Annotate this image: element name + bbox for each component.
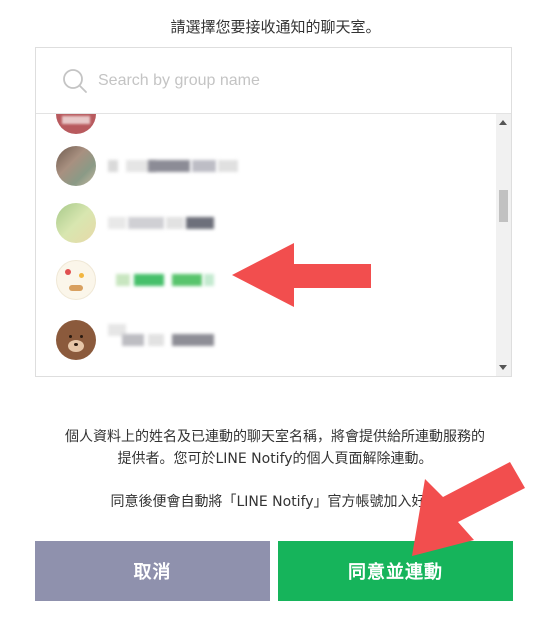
agree-and-link-button[interactable]: 同意並連動: [278, 541, 513, 601]
search-icon: [63, 69, 87, 93]
chat-room-list: [36, 114, 496, 376]
privacy-disclaimer: 個人資料上的姓名及已連動的聊天室名稱，將會提供給所連動服務的 提供者。您可於LI…: [30, 426, 520, 470]
disclaimer-line-1: 個人資料上的姓名及已連動的聊天室名稱，將會提供給所連動服務的: [65, 429, 485, 445]
avatar: [56, 114, 96, 134]
list-item[interactable]: [36, 114, 496, 134]
list-scrollbar[interactable]: [496, 114, 511, 376]
avatar: [56, 146, 96, 186]
instruction-text: 請選擇您要接收通知的聊天室。: [170, 18, 381, 36]
list-item[interactable]: [36, 320, 496, 360]
consent-notice: 同意後便會自動將「LINE Notify」官方帳號加入好友: [110, 494, 440, 510]
scroll-up-arrow-icon[interactable]: [499, 120, 507, 125]
cancel-button[interactable]: 取消: [35, 541, 270, 601]
avatar: [56, 320, 96, 360]
list-item[interactable]: [36, 260, 496, 300]
avatar: [56, 203, 96, 243]
chat-room-picker: [35, 47, 512, 377]
list-item[interactable]: [36, 203, 496, 243]
avatar: [56, 260, 96, 300]
line-notify-link-page: 請選擇您要接收通知的聊天室。 Search by group name 個人資料…: [0, 0, 551, 617]
search-bar: [36, 48, 511, 114]
scroll-down-arrow-icon[interactable]: [499, 365, 507, 370]
scroll-thumb[interactable]: [499, 190, 508, 222]
disclaimer-line-2: 提供者。您可於LINE Notify的個人頁面解除連動。: [117, 451, 433, 467]
search-input[interactable]: [96, 66, 480, 96]
list-item[interactable]: [36, 146, 496, 186]
